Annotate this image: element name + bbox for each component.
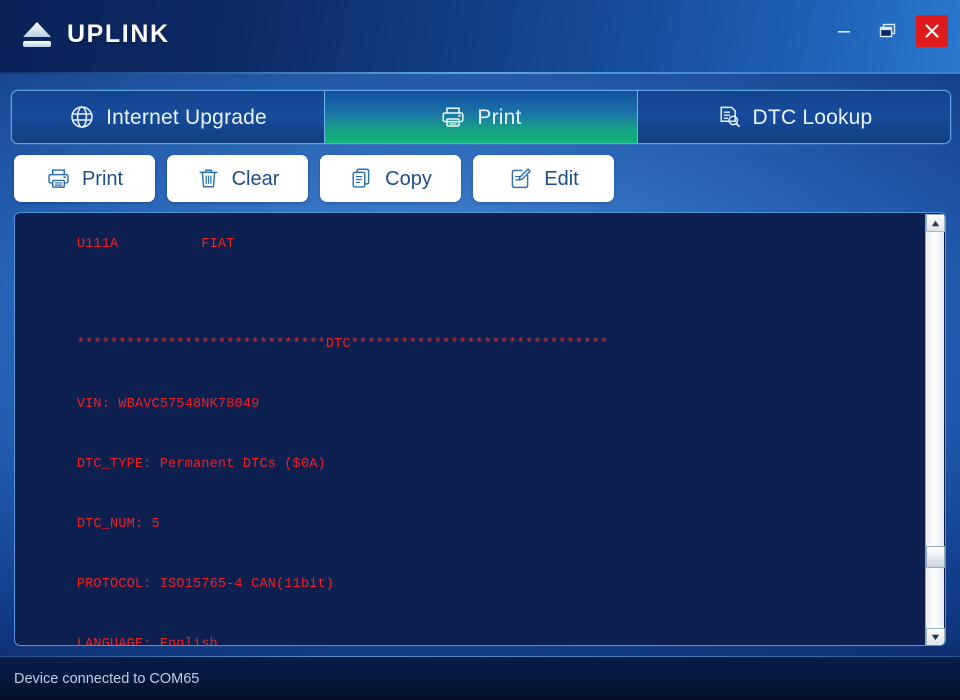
printer-icon	[440, 104, 466, 130]
brand-name: UPLINK	[67, 19, 170, 48]
printer-icon	[46, 166, 71, 191]
minimize-button[interactable]	[822, 8, 866, 54]
application-window: UPLINK Internet Upgrade Print DTC Lookup…	[0, 0, 960, 700]
title-bar: UPLINK	[0, 0, 960, 74]
button-label: Edit	[544, 167, 579, 190]
toolbar: Print Clear Copy Edit	[14, 155, 614, 202]
edit-pencil-icon	[508, 166, 533, 191]
trash-icon	[196, 166, 221, 191]
tab-internet-upgrade[interactable]: Internet Upgrade	[12, 91, 324, 143]
button-label: Copy	[385, 167, 432, 190]
copy-documents-icon	[349, 166, 374, 191]
scroll-up-arrow-icon[interactable]	[926, 214, 945, 232]
tab-bar: Internet Upgrade Print DTC Lookup	[11, 90, 951, 144]
tab-label: Internet Upgrade	[106, 105, 267, 129]
tab-label: DTC Lookup	[752, 105, 873, 129]
close-icon	[925, 24, 939, 38]
tab-label: Print	[477, 105, 522, 129]
scrollbar-thumb[interactable]	[926, 546, 945, 568]
console-scrollbar[interactable]	[925, 214, 945, 645]
document-search-icon	[716, 104, 742, 130]
clear-button[interactable]: Clear	[167, 155, 308, 202]
console-dtc-type-line: DTC_TYPE: Permanent DTCs ($0A)	[76, 457, 326, 472]
window-controls	[822, 0, 960, 62]
console-vin-line: VIN: WBAVC57548NK78049	[76, 397, 260, 412]
restore-button[interactable]	[866, 8, 910, 54]
console-dtc-num-line: DTC_NUM: 5	[76, 517, 160, 532]
brand: UPLINK	[20, 18, 170, 50]
console-language-line: LANGUAGE: English	[76, 637, 218, 646]
status-text: Device connected to COM65	[14, 670, 200, 687]
edit-button[interactable]: Edit	[473, 155, 614, 202]
globe-icon	[69, 104, 95, 130]
tab-print[interactable]: Print	[324, 91, 637, 143]
console-separator: ******************************DTC*******…	[76, 337, 609, 352]
dtc-report-console[interactable]: U111A FIAT *****************************…	[14, 212, 946, 646]
console-protocol-line: PROTOCOL: ISO15765-4 CAN(11bit)	[76, 577, 335, 592]
button-label: Print	[81, 167, 124, 190]
console-clipped-line: U111A FIAT	[76, 237, 235, 252]
tab-dtc-lookup[interactable]: DTC Lookup	[637, 91, 950, 143]
status-bar: Device connected to COM65	[0, 657, 960, 700]
print-button[interactable]: Print	[14, 155, 155, 202]
close-button[interactable]	[916, 15, 948, 47]
scroll-down-arrow-icon[interactable]	[926, 628, 945, 645]
copy-button[interactable]: Copy	[320, 155, 461, 202]
button-label: Clear	[231, 167, 280, 190]
eject-logo-icon	[20, 18, 54, 50]
console-text: U111A FIAT *****************************…	[15, 213, 915, 646]
